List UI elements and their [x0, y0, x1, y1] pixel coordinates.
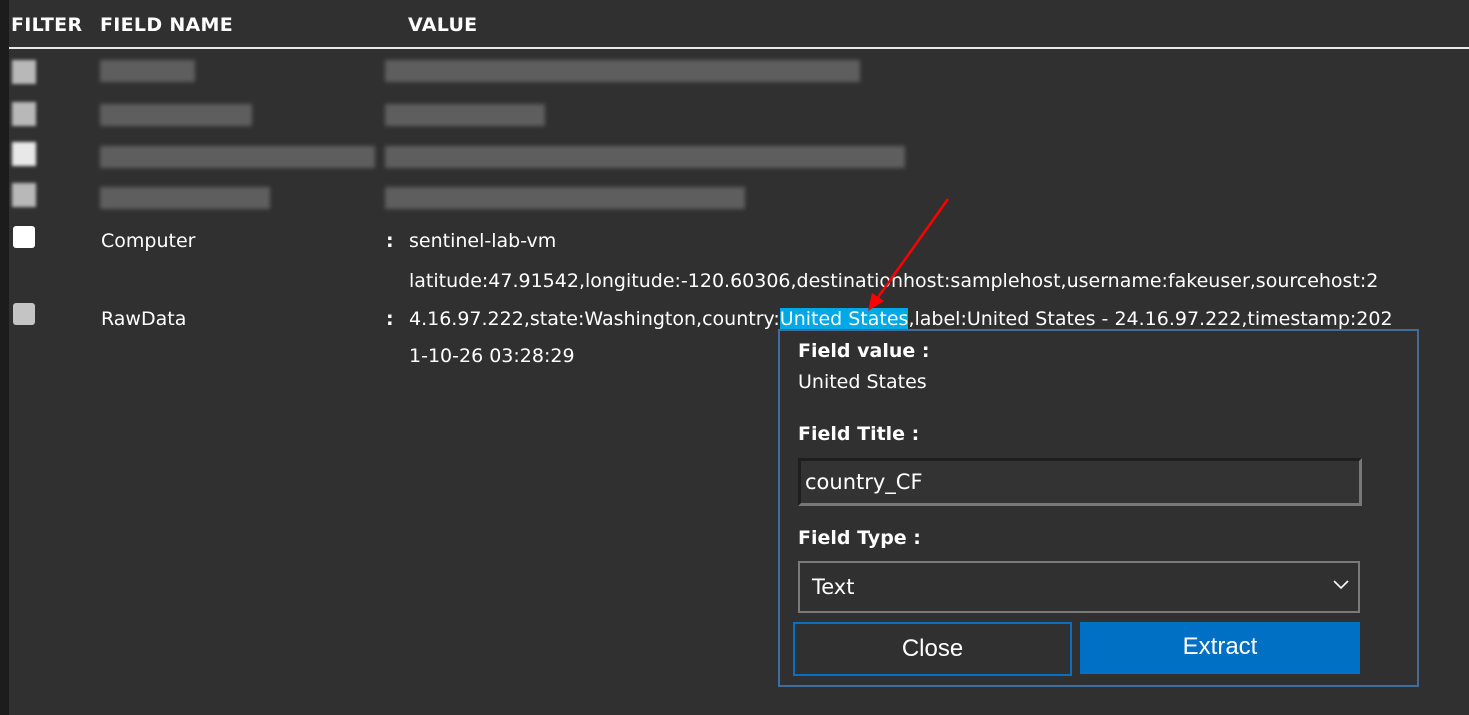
left-edge — [0, 0, 9, 715]
field-type-value: Text — [812, 575, 855, 599]
field-title-input[interactable]: country_CF — [798, 458, 1362, 506]
separator: : — [386, 308, 394, 330]
field-name-computer: Computer — [101, 230, 196, 252]
field-value-computer: sentinel-lab-vm — [409, 230, 557, 252]
filter-checkbox-rawdata[interactable] — [13, 303, 35, 325]
separator: : — [386, 230, 394, 252]
column-header-field-name: FIELD NAME — [100, 14, 234, 36]
header-divider — [9, 47, 1469, 49]
rawdata-text: ,label:United States - 24.16.97.222,time… — [908, 308, 1393, 330]
rawdata-text: 4.16.97.222,state:Washington,country: — [409, 308, 780, 330]
extract-field-popup: Field value : United States Field Title … — [778, 329, 1419, 687]
extract-button[interactable]: Extract — [1080, 622, 1360, 674]
rawdata-line-3[interactable]: 1-10-26 03:28:29 — [409, 345, 575, 367]
chevron-down-icon — [1333, 580, 1349, 590]
close-button[interactable]: Close — [793, 622, 1072, 676]
field-value: United States — [798, 371, 927, 393]
column-header-value: VALUE — [408, 14, 478, 36]
field-name-rawdata: RawData — [101, 308, 187, 330]
field-title-label: Field Title : — [798, 423, 920, 445]
field-type-label: Field Type : — [798, 527, 921, 549]
field-value-label: Field value : — [798, 340, 930, 362]
column-header-filter: FILTER — [11, 14, 83, 36]
filter-checkbox-computer[interactable] — [13, 226, 35, 248]
field-type-select[interactable]: Text — [798, 561, 1360, 613]
red-arrow-annotation — [868, 198, 950, 311]
